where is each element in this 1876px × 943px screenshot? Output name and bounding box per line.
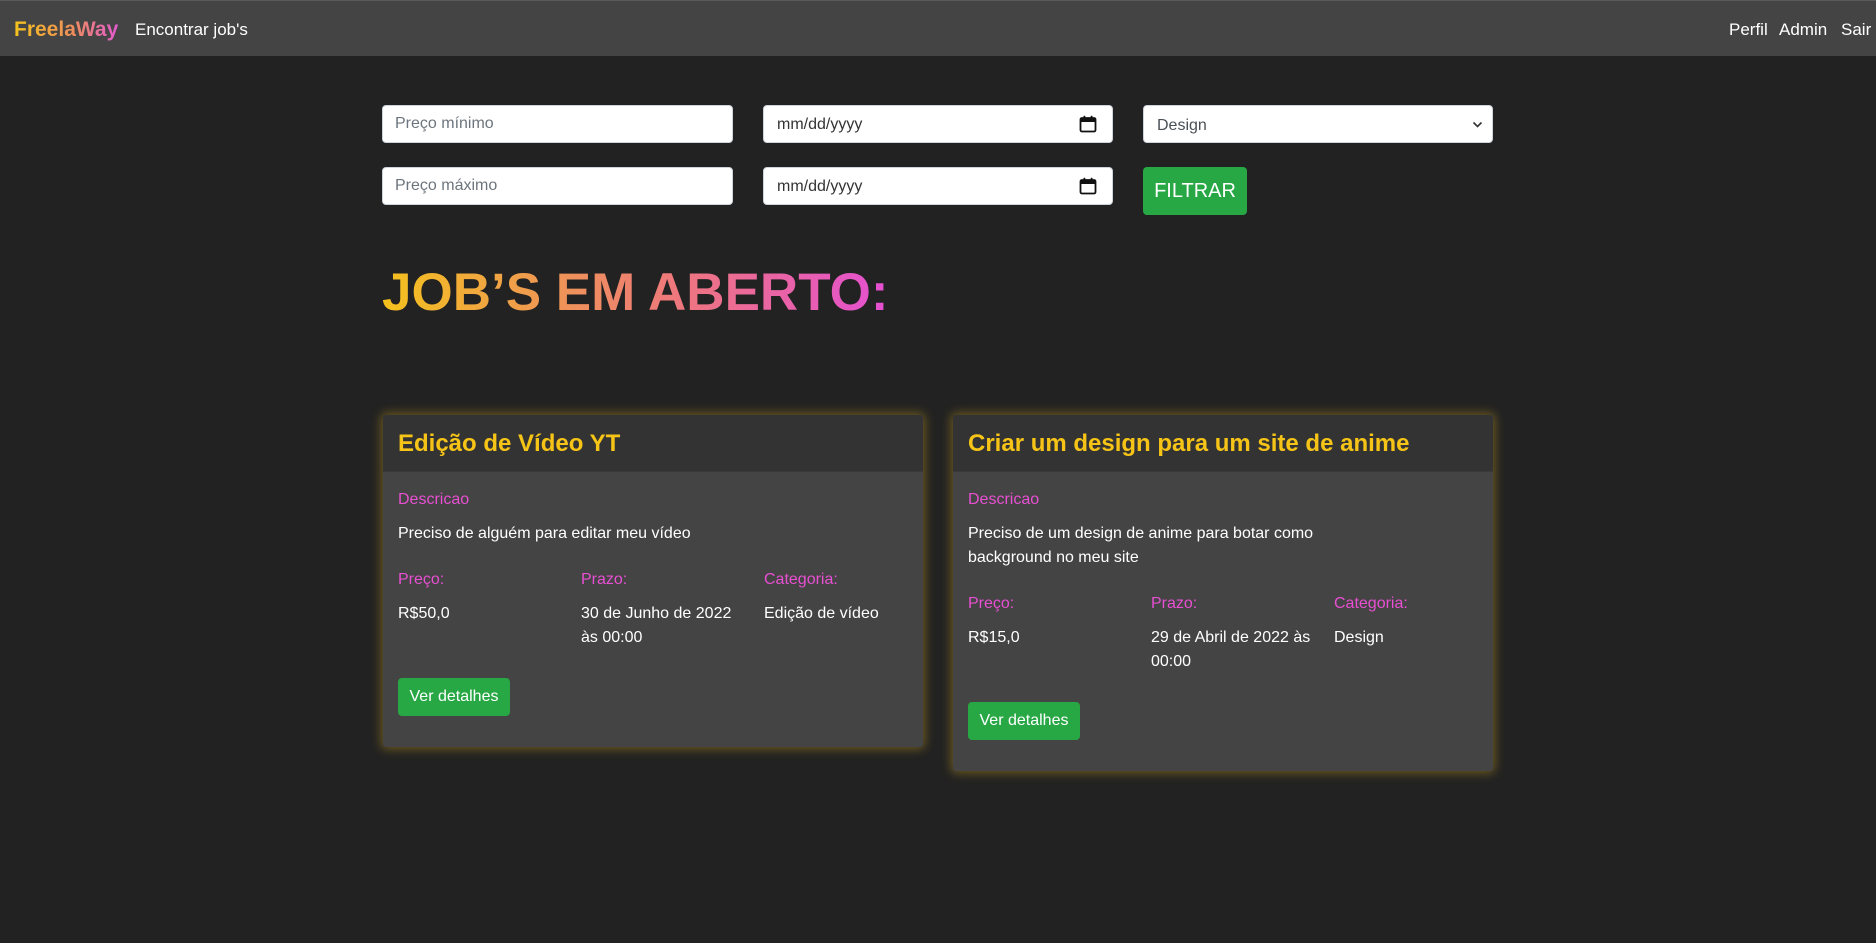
job-card: Criar um design para um site de anime De… xyxy=(953,415,1493,771)
max-price-input[interactable] xyxy=(382,167,733,205)
deadline-label: Prazo: xyxy=(1151,595,1198,612)
price-label: Preço: xyxy=(398,571,445,588)
view-details-button[interactable]: Ver detalhes xyxy=(398,678,510,716)
job-description: Preciso de alguém para editar meu vídeo xyxy=(398,525,691,542)
page-title: JOB’S EM ABERTO: xyxy=(382,263,889,322)
min-price-input[interactable] xyxy=(382,105,733,143)
start-date-value: mm/dd/yyyy xyxy=(777,116,863,133)
end-date-input[interactable]: mm/dd/yyyy xyxy=(763,167,1113,205)
job-deadline: 30 de Junho de 2022 às 00:00 xyxy=(581,605,732,646)
nav-profile-link[interactable]: Perfil xyxy=(1729,19,1768,41)
job-price: R$50,0 xyxy=(398,605,450,622)
description-label: Descricao xyxy=(968,491,1040,508)
nav-logout-link[interactable]: Sair xyxy=(1841,19,1871,41)
price-label: Preço: xyxy=(968,595,1015,612)
view-details-button[interactable]: Ver detalhes xyxy=(968,702,1080,740)
filter-button[interactable]: FILTRAR xyxy=(1143,167,1247,215)
chevron-down-icon xyxy=(1472,121,1483,128)
category-label: Categoria: xyxy=(1334,595,1408,612)
calendar-icon[interactable] xyxy=(1079,177,1097,195)
job-category: Edição de vídeo xyxy=(764,605,879,622)
category-select-value: Design xyxy=(1157,117,1207,134)
end-date-value: mm/dd/yyyy xyxy=(777,178,863,195)
top-navbar: FreelaWay Encontrar job's Perfil Admin S… xyxy=(0,0,1876,56)
job-card-header: Criar um design para um site de anime xyxy=(953,415,1493,472)
job-price: R$15,0 xyxy=(968,629,1020,646)
start-date-input[interactable]: mm/dd/yyyy xyxy=(763,105,1113,143)
deadline-label: Prazo: xyxy=(581,571,628,588)
job-card: Edição de Vídeo YT Descricao Preciso de … xyxy=(383,415,923,747)
job-title: Criar um design para um site de anime xyxy=(968,430,1410,457)
nav-admin-link[interactable]: Admin xyxy=(1779,19,1827,41)
category-select[interactable]: Design xyxy=(1143,105,1493,143)
brand-logo[interactable]: FreelaWay xyxy=(14,17,118,43)
job-category: Design xyxy=(1334,629,1384,646)
category-label: Categoria: xyxy=(764,571,838,588)
job-description: Preciso de um design de anime para botar… xyxy=(968,525,1314,566)
description-label: Descricao xyxy=(398,491,470,508)
job-card-header: Edição de Vídeo YT xyxy=(383,415,923,472)
job-deadline: 29 de Abril de 2022 às 00:00 xyxy=(1151,629,1311,670)
job-title: Edição de Vídeo YT xyxy=(398,430,621,457)
calendar-icon[interactable] xyxy=(1079,115,1097,133)
nav-find-jobs-link[interactable]: Encontrar job's xyxy=(135,19,248,41)
